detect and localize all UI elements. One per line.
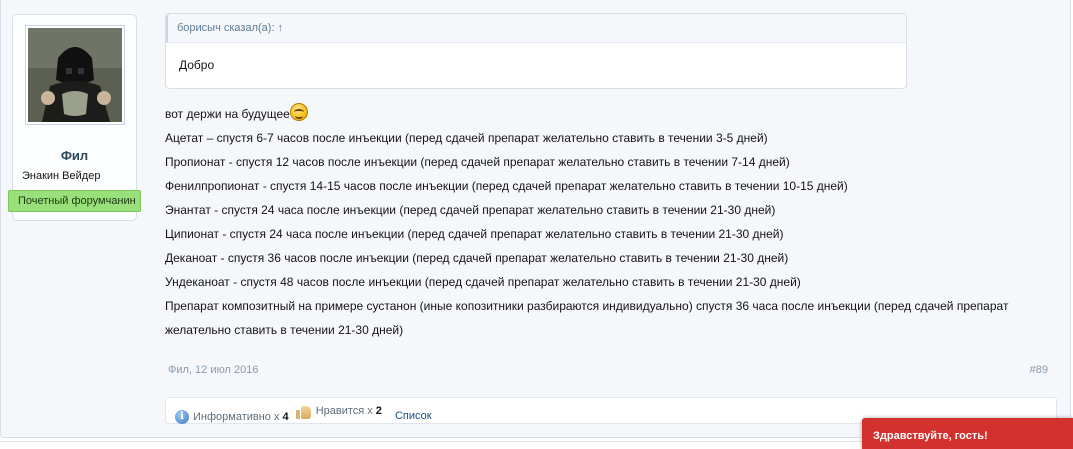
post-container: Фил Энакин Вейдер Почетный форумчанин бо…: [0, 0, 1071, 438]
quote-text: Добро: [179, 58, 215, 72]
rating-informative-mult: x: [274, 410, 280, 423]
post-author-date[interactable]: Фил, 12 июл 2016: [168, 364, 258, 376]
message-line: Ацетат – спустя 6-7 часов после инъекции…: [165, 131, 768, 145]
rating-like-count: 2: [375, 405, 382, 417]
username[interactable]: Фил: [13, 148, 136, 163]
rating-informative[interactable]: i Информативно x4: [175, 404, 289, 430]
message-intro-line: вот держи на будущее: [165, 102, 1055, 126]
message-line: Ципионат - спустя 24 часа после инъекции…: [165, 227, 784, 241]
message-line: Пропионат - спустя 12 часов после инъекц…: [165, 155, 790, 169]
avatar-frame[interactable]: [25, 25, 125, 125]
guest-notice[interactable]: Здравствуйте, гость!: [862, 418, 1073, 449]
user-info-panel: Фил Энакин Вейдер Почетный форумчанин: [8, 14, 141, 221]
smile-icon: [289, 103, 308, 121]
message-line: Энантат - спустя 24 часа после инъекции …: [165, 203, 776, 217]
user-title: Энакин Вейдер: [22, 170, 101, 182]
guest-notice-text: Здравствуйте, гость!: [873, 430, 988, 442]
rating-like-label: Нравится: [315, 405, 365, 417]
message-line: Препарат композитный на примере сустанон…: [165, 299, 1009, 337]
quote-header[interactable]: борисыч сказал(а): ↑: [166, 14, 906, 43]
rating-like[interactable]: Нравится x2: [295, 398, 382, 424]
thumbs-up-icon: [295, 404, 312, 419]
message-line: Фенилпропионат - спустя 14-15 часов посл…: [165, 179, 848, 193]
rating-informative-count: 4: [282, 410, 289, 423]
info-icon: i: [175, 409, 189, 424]
rating-like-mult: x: [367, 405, 373, 417]
message-intro: вот держи на будущее: [165, 107, 290, 121]
post-number-link[interactable]: #89: [1030, 364, 1048, 376]
message-body: вот держи на будущее Ацетат – спустя 6-7…: [165, 102, 1055, 342]
ratings-list-link[interactable]: Список: [395, 410, 432, 422]
avatar[interactable]: [28, 28, 122, 122]
message-line: Деканоат - спустя 36 часов после инъекци…: [165, 251, 789, 265]
quote-block: борисыч сказал(а): ↑ Добро: [165, 13, 907, 89]
message-line: Ундеканоат - спустя 48 часов после инъек…: [165, 275, 801, 289]
rating-informative-label: Информативно: [193, 410, 271, 423]
user-rank-banner: Почетный форумчанин: [8, 190, 141, 212]
